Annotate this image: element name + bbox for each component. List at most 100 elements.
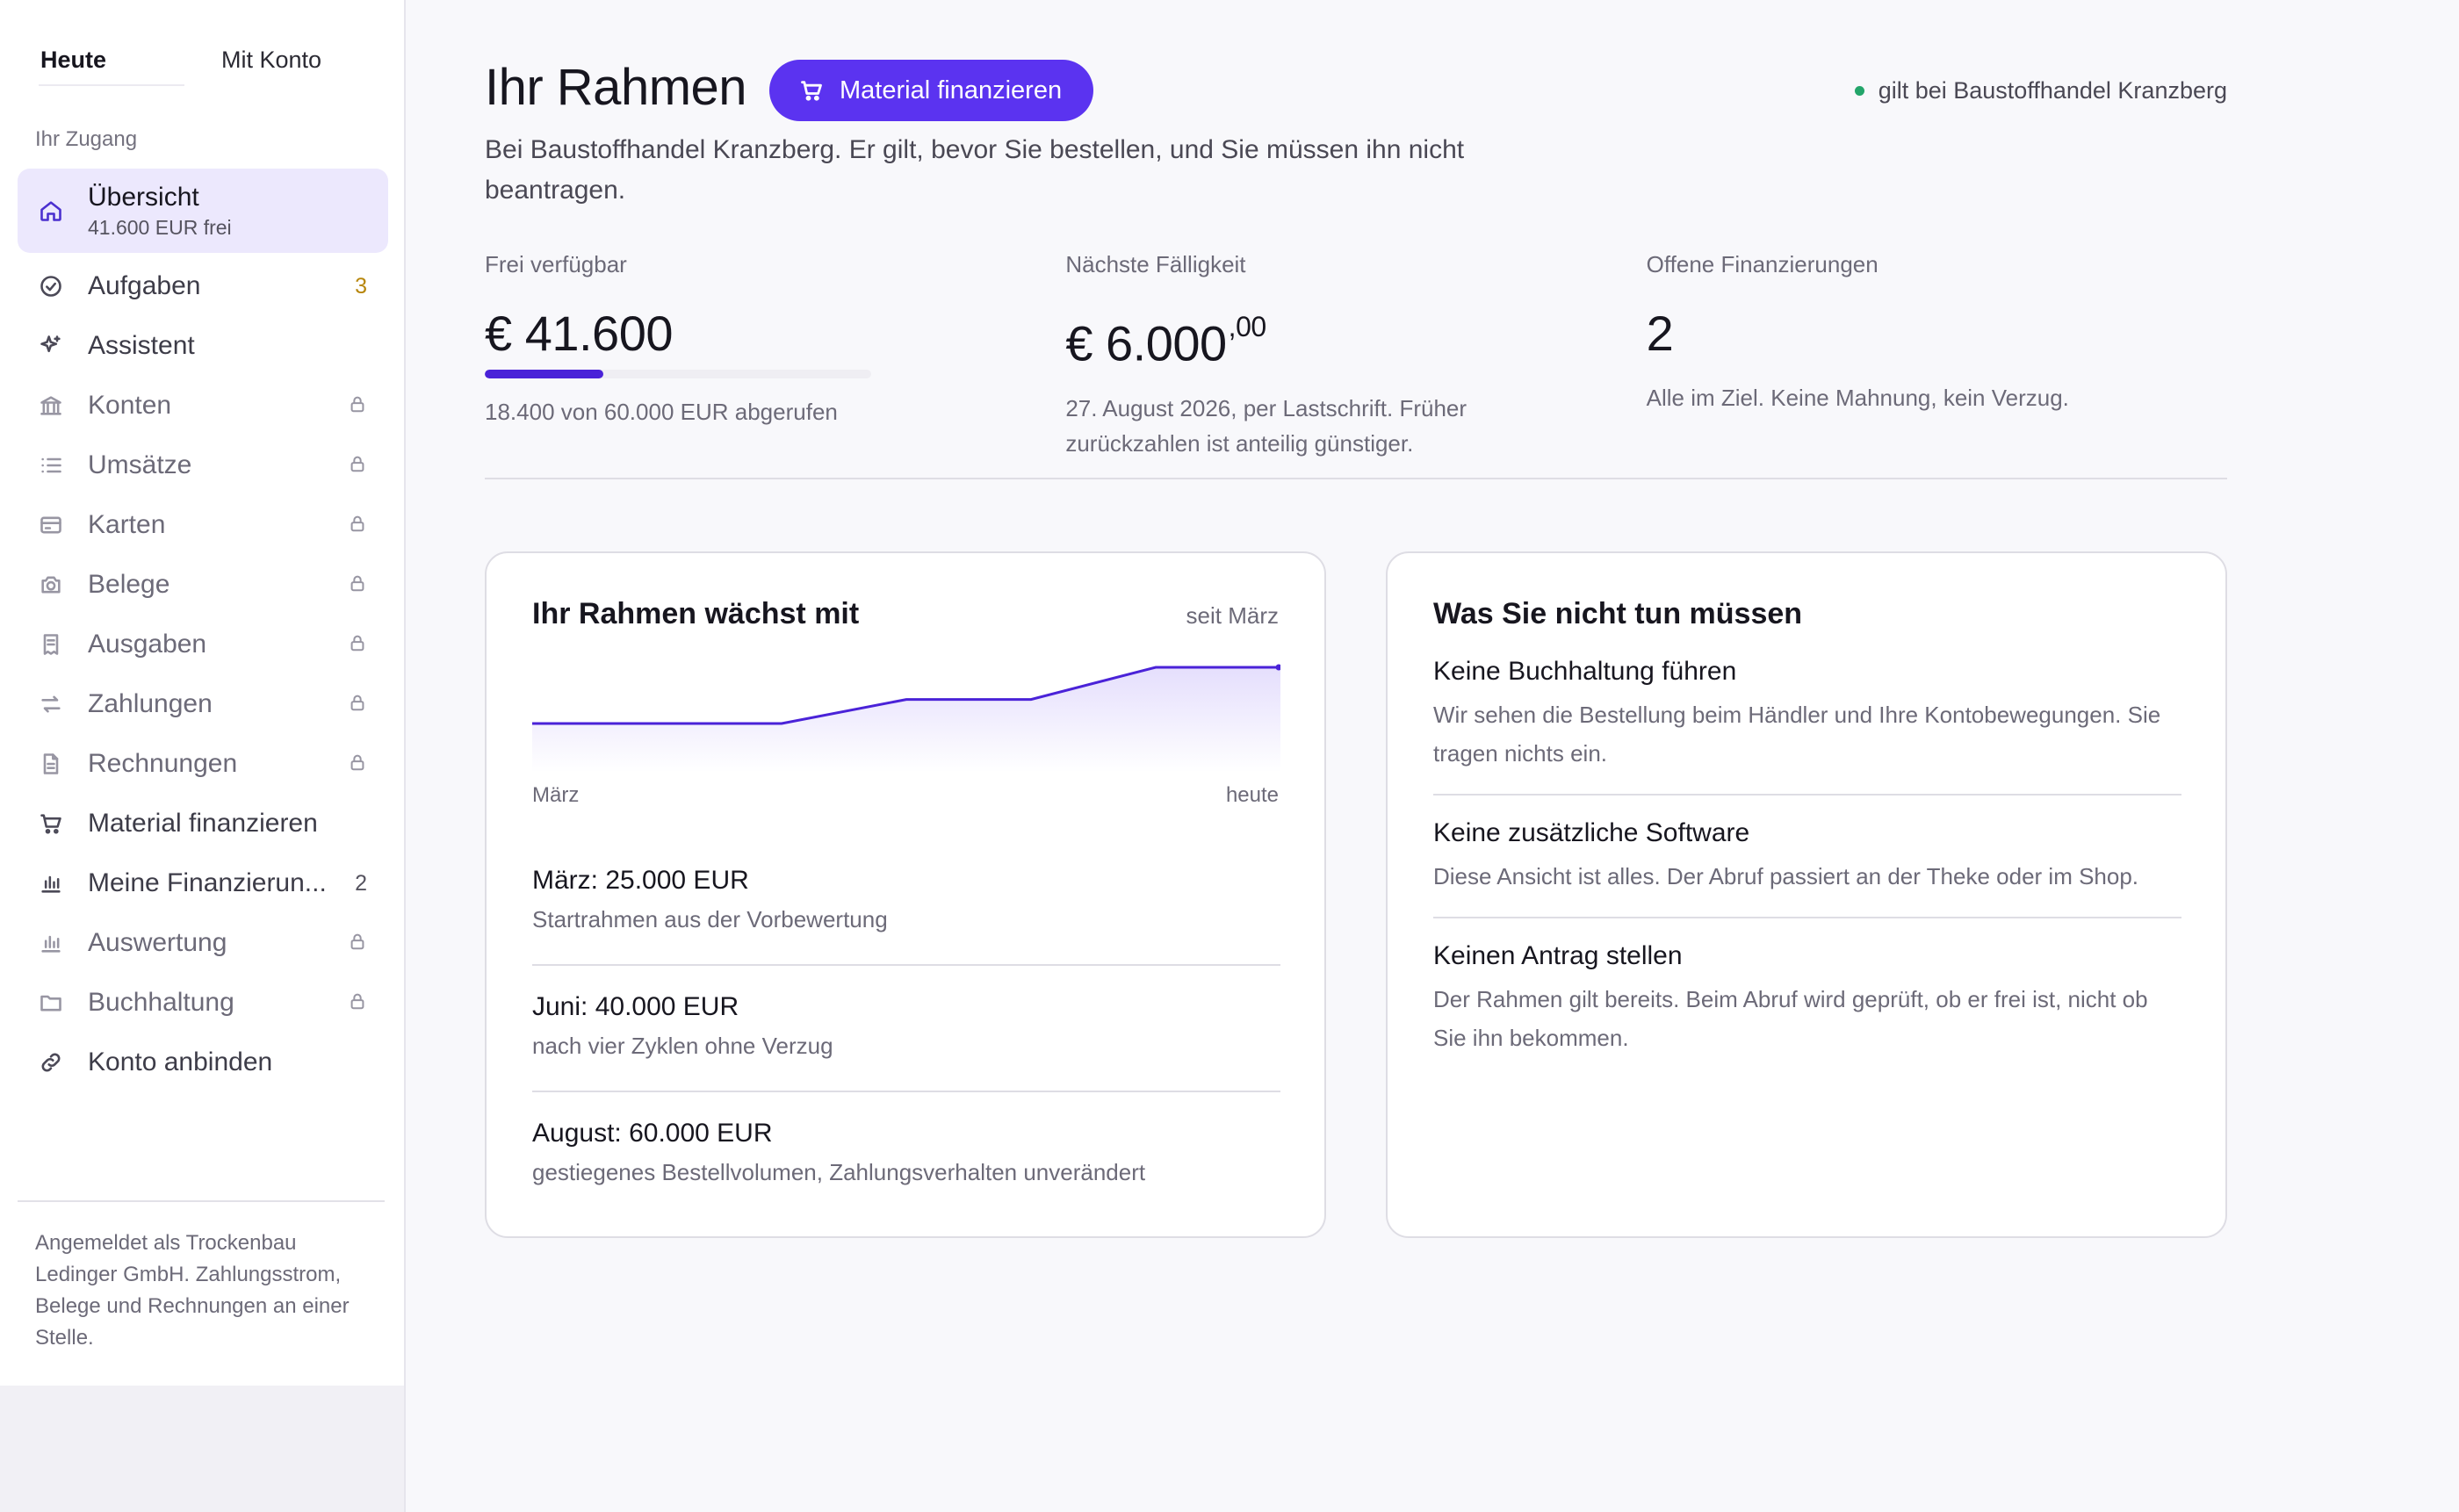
sidebar-item-umsaetze[interactable]: Umsätze [18,436,388,495]
tip-title: Keine zusätzliche Software [1433,818,1750,847]
stat-value: 2 [1646,306,1674,361]
stat-next-due: Nächste Fälligkeit € 6.000,00 27. August… [1065,251,1646,461]
document-icon [37,750,65,778]
status-dot-icon [1854,86,1864,96]
stat-value: € 41.600 [485,306,673,361]
cart-icon [799,78,840,103]
mode-tabs: Heute Mit Konto [18,26,386,93]
card-meta: seit März [1186,602,1279,629]
bar-chart-icon [37,929,65,957]
tip-title: Keinen Antrag stellen [1433,941,1683,970]
bank-icon [37,392,65,420]
stats-row: Frei verfügbar € 41.600 18.400 von 60.00… [485,251,2227,461]
camera-icon [37,571,65,599]
sidebar-item-aufgaben[interactable]: Aufgaben 3 [18,256,388,316]
lock-icon [348,570,367,600]
lock-icon [348,510,367,540]
folder-icon [37,989,65,1017]
sidebar-nav: Übersicht 41.600 EUR frei Aufgaben 3 Assi… [18,169,388,1092]
sidebar-item-label: Zahlungen [88,689,213,718]
sidebar-item-meine-finanzierungen[interactable]: Meine Finanzierun... 2 [18,853,388,913]
chart-axis-end-label: heute [1225,783,1279,807]
tab-heute[interactable]: Heute [18,26,206,93]
sidebar-item-konten[interactable]: Konten [18,376,388,436]
sidebar: Heute Mit Konto Ihr Zugang Übersicht 41.6… [0,0,406,1386]
sidebar-item-label: Konten [88,391,172,420]
stat-value-cents: ,00 [1228,311,1266,342]
stat-label: Nächste Fälligkeit [1065,251,1246,277]
lock-icon [348,450,367,480]
milestone-item: Juni: 40.000 EUR nach vier Zyklen ohne V… [532,966,1280,1092]
list-icon [37,451,65,479]
stat-available: Frei verfügbar € 41.600 18.400 von 60.00… [485,251,1065,461]
stat-label: Frei verfügbar [485,251,627,277]
lock-icon [348,391,367,421]
sidebar-item-konto-anbinden[interactable]: Konto anbinden [18,1033,388,1092]
lock-icon [348,749,367,779]
link-icon [37,1048,65,1076]
stat-value: € 6.000,00 [1065,306,1646,371]
sidebar-item-material-finanzieren[interactable]: Material finanzieren [18,794,388,853]
sidebar-item-label: Übersicht [88,182,199,212]
chart-area-fill [532,667,1280,773]
usage-progress-fill [485,370,604,378]
chart-axis-start-label: März [532,783,580,807]
sidebar-item-belege[interactable]: Belege [18,555,388,615]
merchant-status-text: gilt bei Baustoffhandel Kranzberg [1878,77,2227,104]
sidebar-item-zahlungen[interactable]: Zahlungen [18,674,388,734]
transfer-icon [37,690,65,718]
lock-icon [348,928,367,958]
page-intro: Bei Baustoffhandel Kranzberg. Er gilt, b… [485,135,1465,205]
lock-icon [348,630,367,659]
sidebar-item-karten[interactable]: Karten [18,495,388,555]
milestone-desc: gestiegenes Bestellvolumen, Zahlungsverh… [532,1159,1146,1185]
tip-desc: Der Rahmen gilt bereits. Beim Abruf wird… [1433,986,2148,1051]
sidebar-item-label: Assistent [88,331,195,360]
sidebar-item-uebersicht[interactable]: Übersicht 41.600 EUR frei [18,169,388,253]
card-title: Was Sie nicht tun müssen [1433,597,1803,630]
milestone-title: März: 25.000 EUR [532,866,749,895]
sparkle-icon [37,332,65,360]
cart-icon [37,810,65,838]
sidebar-divider [18,1200,385,1202]
count-badge: 2 [355,870,367,896]
material-finanzieren-button[interactable]: Material finanzieren [769,60,1094,121]
section-divider [485,478,2227,479]
card-title: Ihr Rahmen wächst mit [532,597,860,630]
sidebar-item-label: Ausgaben [88,630,207,659]
tip-item: Keine Buchhaltung führen Wir sehen die B… [1433,657,2181,796]
sidebar-item-ausgaben[interactable]: Ausgaben [18,615,388,674]
page-title: Ihr Rahmen [485,59,747,116]
tip-item: Keinen Antrag stellen Der Rahmen gilt be… [1433,941,2181,1078]
milestone-item: März: 25.000 EUR Startrahmen aus der Vor… [532,839,1280,966]
sidebar-item-label: Karten [88,510,166,539]
check-circle-icon [37,272,65,300]
sidebar-item-buchhaltung[interactable]: Buchhaltung [18,973,388,1033]
sidebar-item-auswertung[interactable]: Auswertung [18,913,388,973]
tab-mit-konto[interactable]: Mit Konto [206,26,386,93]
sidebar-item-label: Buchhaltung [88,988,234,1017]
stat-note: 27. August 2026, per Lastschrift. Früher… [1065,394,1467,457]
milestone-list: März: 25.000 EUR Startrahmen aus der Vor… [532,839,1280,1219]
tips-list: Keine Buchhaltung führen Wir sehen die B… [1433,657,2181,1101]
sidebar-item-label: Rechnungen [88,749,238,778]
count-badge: 3 [355,273,367,299]
sidebar-item-label: Aufgaben [88,271,201,300]
lock-icon [348,689,367,719]
tips-card: Was Sie nicht tun müssen Keine Buchhaltu… [1386,551,2227,1238]
card-icon [37,511,65,539]
sidebar-item-label: Konto anbinden [88,1048,273,1076]
bar-chart-icon [37,869,65,897]
stat-value-main: € 6.000 [1065,315,1227,371]
merchant-status: gilt bei Baustoffhandel Kranzberg [1854,77,2227,104]
sidebar-item-rechnungen[interactable]: Rechnungen [18,734,388,794]
sidebar-item-sub: 41.600 EUR frei [88,215,232,239]
button-label: Material finanzieren [840,76,1063,104]
tip-desc: Wir sehen die Bestellung beim Händler un… [1433,702,2161,767]
milestone-item: August: 60.000 EUR gestiegenes Bestellvo… [532,1092,1280,1219]
sidebar-item-label: Auswertung [88,928,227,957]
stat-open-financings: Offene Finanzierungen 2 Alle im Ziel. Ke… [1647,251,2227,461]
sidebar-footer: Angemeldet als Trockenbau Ledinger GmbH.… [35,1231,350,1350]
milestone-title: August: 60.000 EUR [532,1119,773,1148]
sidebar-item-assistent[interactable]: Assistent [18,316,388,376]
